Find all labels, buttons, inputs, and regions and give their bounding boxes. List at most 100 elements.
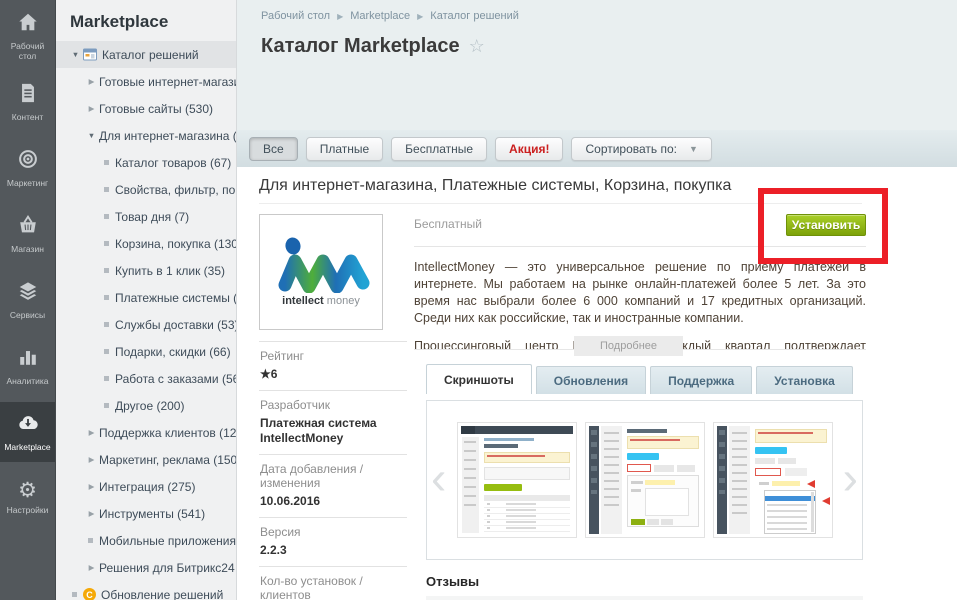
thumb-art [653, 465, 674, 472]
product-logo[interactable]: intellect money [259, 214, 383, 330]
tab-active[interactable]: Скриншоты [426, 364, 532, 394]
rail-item-desktop[interactable]: Рабочий стол [0, 6, 55, 66]
product-info-item: Рейтинг ★6 [259, 341, 407, 390]
tree-item[interactable]: Каталог товаров (67) [56, 149, 236, 176]
tree-item[interactable]: С Обновление решений [56, 581, 236, 600]
intellectmoney-logo-icon [278, 237, 370, 293]
info-value: Платежная система IntellectMoney [260, 416, 377, 445]
tree-item[interactable]: ▶ Поддержка клиентов (129) [56, 419, 236, 446]
chevron-right-icon: ▶ [88, 104, 95, 113]
tree-item[interactable]: Свойства, фильтр, поиск [56, 176, 236, 203]
description-wrap: IntellectMoney — это универсальное решен… [414, 259, 866, 356]
filter-button[interactable]: Платные [305, 136, 384, 161]
thumb-art [483, 438, 534, 441]
reviews-section-start [426, 596, 863, 600]
bullet-icon [104, 214, 109, 219]
breadcrumb-link[interactable]: Каталог решений [430, 10, 519, 22]
chevron-down-icon: ▼ [87, 131, 96, 140]
info-value: 10.06.2016 [260, 494, 321, 508]
tree-item[interactable]: ▼Для интернет-магазина (617) [56, 122, 236, 149]
thumb-art [505, 503, 536, 532]
rail-item-label: Рабочий стол [10, 40, 45, 61]
thumb-art [754, 468, 781, 476]
tree-item[interactable]: ▶ Маркетинг, реклама (150) [56, 446, 236, 473]
divider [414, 246, 866, 247]
thumb-art [483, 484, 522, 491]
thumb-art [590, 430, 597, 494]
rail-item-settings[interactable]: ⚙ Настройки [0, 468, 55, 528]
tree-item[interactable]: Мобильные приложения (13) [56, 527, 236, 554]
more-button[interactable]: Подробнее [574, 336, 684, 356]
rail-item-analytics[interactable]: Аналитика [0, 336, 55, 396]
rail-item-services[interactable]: Сервисы [0, 270, 55, 330]
tree-item[interactable]: Корзина, покупка (130) [56, 230, 236, 257]
install-button[interactable]: Установить [786, 214, 866, 236]
tree-item[interactable]: Работа с заказами (56) [56, 365, 236, 392]
rail-item-label: Магазин [11, 243, 44, 254]
bullet-icon [104, 160, 109, 165]
filter-button[interactable]: Все [249, 136, 298, 161]
tree-item-label: Купить в 1 клик (35) [115, 263, 226, 278]
info-label: Версия [260, 525, 301, 539]
product-info-item: Разработчик Платежная система IntellectMo… [259, 390, 407, 454]
screenshot-thumb-3[interactable] [712, 422, 833, 538]
page-title-text: Каталог Marketplace [261, 35, 460, 57]
tree-item[interactable]: Платежные системы (94) [56, 284, 236, 311]
tab-item[interactable]: Установка [756, 366, 853, 394]
product-tabs: Скриншоты Обновления Поддержка Установка [426, 364, 866, 394]
thumb-art [483, 495, 570, 501]
filter-button[interactable]: Акция! [495, 136, 564, 161]
tree-item-label: Каталог товаров (67) [115, 155, 232, 170]
tree-item-label: Платежные системы (94) [115, 290, 236, 305]
rail-item-label: Настройки [6, 505, 49, 516]
bullet-icon [104, 349, 109, 354]
tree-item[interactable]: Подарки, скидки (66) [56, 338, 236, 365]
tree-item[interactable]: ▶ Решения для Битрикс24 (149 [56, 554, 236, 581]
chevron-right-icon: ▶ [88, 482, 95, 491]
tree-item-label: Готовые интернет-магазины (3 [99, 74, 236, 89]
rail-item-marketing[interactable]: Маркетинг [0, 138, 55, 198]
rail-item-marketplace[interactable]: Marketplace [0, 402, 55, 462]
tree-item[interactable]: ▶ Готовые интернет-магазины (3 [56, 68, 236, 95]
thumb-art [718, 430, 725, 494]
product-info-item: Кол-во установок / клиентов500 - 999 [259, 566, 407, 600]
bullet-icon [104, 187, 109, 192]
filter-button[interactable]: Бесплатные [391, 136, 488, 161]
tree-item[interactable]: Товар дня (7) [56, 203, 236, 230]
tree-item[interactable]: ▼ Каталог решений [56, 41, 236, 68]
tree-item[interactable]: Купить в 1 клик (35) [56, 257, 236, 284]
tab-item[interactable]: Поддержка [650, 366, 753, 394]
tree-item[interactable]: Другое (200) [56, 392, 236, 419]
settings-icon: ⚙ [18, 479, 37, 503]
tree-item[interactable]: ▶ Готовые сайты (530) [56, 95, 236, 122]
bullet-icon [104, 376, 109, 381]
carousel-prev-icon[interactable] [431, 455, 446, 501]
tree-item-label: Товар дня (7) [115, 209, 190, 224]
tree-item[interactable]: ▶ Интеграция (275) [56, 473, 236, 500]
filter-button-label: Сортировать по: [585, 141, 678, 156]
carousel-next-icon[interactable] [843, 455, 858, 501]
tree-item-label: Готовые сайты (530) [99, 101, 213, 116]
info-label: Дата добавления / изменения [260, 462, 364, 490]
thumb-art [660, 519, 673, 525]
tree-item[interactable]: ▶ Инструменты (541) [56, 500, 236, 527]
rail-item-content[interactable]: Контент [0, 72, 55, 132]
breadcrumb-link[interactable]: Рабочий стол [261, 10, 330, 22]
price-label: Бесплатный [414, 217, 482, 231]
thumb-art [784, 468, 807, 476]
thumb-art [646, 519, 659, 525]
sort-dropdown-button[interactable]: Сортировать по: ▼ [571, 136, 712, 161]
rail-item-store[interactable]: Магазин [0, 204, 55, 264]
tab-item[interactable]: Обновления [535, 366, 647, 394]
thumb-art [626, 436, 699, 449]
tree-item[interactable]: Службы доставки (53) [56, 311, 236, 338]
thumb-art [758, 482, 769, 485]
filter-button-label: Акция! [509, 141, 550, 156]
screenshot-thumb-1[interactable] [456, 422, 577, 538]
screenshot-thumb-2[interactable] [584, 422, 705, 538]
favorite-star-icon[interactable] [469, 36, 485, 57]
breadcrumb-link[interactable]: Marketplace [350, 10, 410, 22]
thumb-art [626, 453, 659, 460]
tree-item-label: Для интернет-магазина (617) [99, 128, 236, 143]
tree-item-label: Инструменты (541) [99, 506, 206, 521]
